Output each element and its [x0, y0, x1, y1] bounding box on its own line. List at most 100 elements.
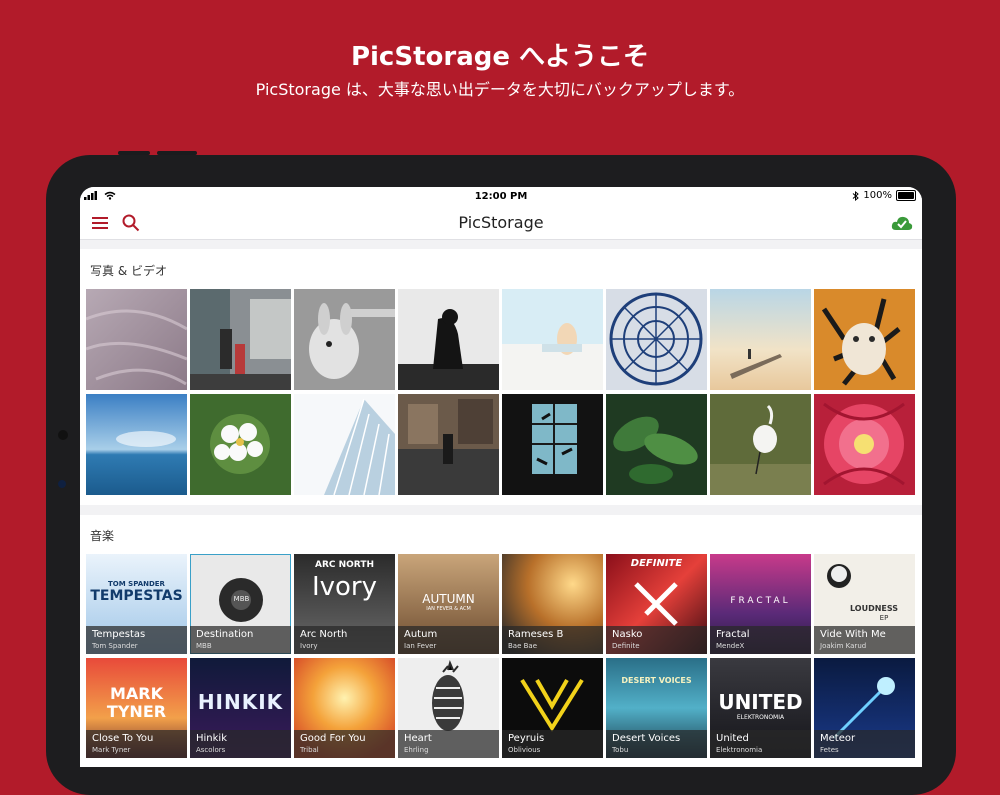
cover-text: MBB: [233, 595, 250, 603]
album-card[interactable]: FRACTAL Fractal MendeX: [710, 554, 811, 654]
album-caption: United Elektronomia: [710, 730, 811, 758]
promo-title: PicStorage へようこそ: [350, 42, 650, 72]
photo-thumbnail[interactable]: [398, 394, 499, 495]
album-caption: Good For You Tribal: [294, 730, 395, 758]
album-artist: MendeX: [716, 642, 745, 650]
album-artist: Oblivious: [508, 746, 541, 754]
album-card[interactable]: Heart Ehrling: [398, 658, 499, 758]
album-artist: Bae Bae: [508, 642, 538, 650]
photo-thumbnail[interactable]: [502, 289, 603, 390]
album-artist: Tobu: [612, 746, 629, 754]
album-caption: Tempestas Tom Spander: [86, 626, 187, 654]
album-card[interactable]: LOUDNESS EP Vide With Me Joakim Karud: [814, 554, 915, 654]
device-top-button-1: [118, 151, 150, 155]
photo-thumbnail[interactable]: [294, 289, 395, 390]
cover-text: HINKIK: [197, 690, 284, 714]
album-title: Arc North: [300, 629, 348, 640]
album-artist: MBB: [196, 642, 212, 650]
album-artist: Tom Spander: [92, 642, 138, 650]
photo-thumbnail[interactable]: [502, 394, 603, 495]
cover-text: EP: [879, 614, 889, 622]
cover-text: ARC NORTH: [314, 560, 374, 570]
cover-text: MARK: [109, 684, 164, 703]
album-artist: Ivory: [300, 642, 318, 650]
promo-subtitle: PicStorage は、大事な思い出データを大切にバックアップします。: [255, 80, 745, 99]
photo-thumbnail[interactable]: [190, 394, 291, 495]
photo-thumbnail[interactable]: [86, 289, 187, 390]
music-section: 音楽 TOM SPANDER TEMPESTAS Tempestas Tom S…: [80, 515, 922, 767]
album-caption: Vide With Me Joakim Karud: [814, 626, 915, 654]
cover-text: UNITED: [718, 690, 803, 714]
sync-status-button[interactable]: [888, 211, 916, 235]
album-card[interactable]: Good For You Tribal: [294, 658, 395, 758]
cover-text: AUTUMN: [422, 592, 475, 606]
photo-thumbnail[interactable]: [86, 394, 187, 495]
album-caption: Autum Ian Fever: [398, 626, 499, 654]
photo-grid: [86, 289, 915, 495]
album-caption: Meteor Fetes: [814, 730, 915, 758]
album-title: Close To You: [92, 733, 154, 744]
photo-thumbnail[interactable]: [710, 289, 811, 390]
album-caption: Close To You Mark Tyner: [86, 730, 187, 758]
nav-bar: PicStorage: [80, 207, 922, 240]
album-grid: TOM SPANDER TEMPESTAS Tempestas Tom Span…: [86, 554, 915, 758]
cover-text: TOM SPANDER: [108, 580, 165, 588]
album-card[interactable]: UNITED ELEKTRONOMIA United Elektronomia: [710, 658, 811, 758]
cover-text: IAN FEVER & ACM: [426, 606, 471, 612]
photo-thumbnail[interactable]: [606, 289, 707, 390]
album-card[interactable]: AUTUMN IAN FEVER & ACM Autum Ian Fever: [398, 554, 499, 654]
photo-thumbnail[interactable]: [814, 394, 915, 495]
album-caption: Nasko Definite: [606, 626, 707, 654]
photo-thumbnail[interactable]: [710, 394, 811, 495]
album-caption: Arc North Ivory: [294, 626, 395, 654]
album-title: Autum: [404, 629, 438, 640]
album-caption: Heart Ehrling: [398, 730, 499, 758]
bluetooth-icon: [853, 190, 860, 201]
album-card[interactable]: MBB Destination MBB: [190, 554, 291, 654]
album-title: Fractal: [716, 629, 750, 640]
cover-text: LOUDNESS: [849, 604, 899, 613]
photo-thumbnail[interactable]: [398, 289, 499, 390]
album-artist: Tribal: [300, 746, 319, 754]
album-caption: Rameses B Bae Bae: [502, 626, 603, 654]
album-artist: Ehrling: [404, 746, 429, 754]
photos-section: 写真 & ビデオ: [80, 249, 922, 505]
album-caption: Peyruis Oblivious: [502, 730, 603, 758]
album-title: Meteor: [820, 733, 856, 744]
photo-thumbnail[interactable]: [190, 289, 291, 390]
cover-text: ELEKTRONOMIA: [736, 714, 785, 721]
album-artist: Elektronomia: [716, 746, 763, 754]
album-title: Peyruis: [508, 733, 545, 744]
battery-level: [898, 192, 914, 199]
album-card[interactable]: DESERT VOICES Desert Voices Tobu: [606, 658, 707, 758]
album-card[interactable]: Rameses B Bae Bae: [502, 554, 603, 654]
album-artist: Ian Fever: [404, 642, 437, 650]
photo-thumbnail[interactable]: [606, 394, 707, 495]
music-section-label: 音楽: [90, 529, 115, 543]
album-card[interactable]: Meteor Fetes: [814, 658, 915, 758]
battery-percent: 100%: [863, 190, 892, 201]
album-caption: Fractal MendeX: [710, 626, 811, 654]
album-caption: Hinkik Ascolors: [190, 730, 291, 758]
album-artist: Ascolors: [196, 746, 226, 754]
album-card[interactable]: TOM SPANDER TEMPESTAS Tempestas Tom Span…: [86, 554, 187, 654]
app-screen: 12:00 PM 100% PicStorage 写真 & ビデオ 音楽 TOM…: [80, 187, 922, 767]
photo-thumbnail[interactable]: [814, 289, 915, 390]
cover-text: DESERT VOICES: [621, 676, 692, 685]
album-title: Good For You: [300, 733, 366, 744]
status-time: 12:00 PM: [474, 191, 528, 202]
device-camera: [58, 430, 68, 440]
album-caption: Desert Voices Tobu: [606, 730, 707, 758]
album-card[interactable]: MARK TYNER Close To You Mark Tyner: [86, 658, 187, 758]
album-card[interactable]: DEFINITE Nasko Definite: [606, 554, 707, 654]
album-title: Hinkik: [196, 733, 227, 744]
status-right: 100%: [852, 190, 916, 201]
album-card[interactable]: Peyruis Oblivious: [502, 658, 603, 758]
album-card[interactable]: ARC NORTH Ivory Arc North Ivory: [294, 554, 395, 654]
album-title: United: [716, 733, 749, 744]
status-bar: 12:00 PM 100%: [80, 187, 922, 207]
cover-text: FRACTAL: [730, 596, 791, 606]
album-card[interactable]: HINKIK Hinkik Ascolors: [190, 658, 291, 758]
app-title: PicStorage: [458, 213, 544, 232]
photo-thumbnail[interactable]: [294, 394, 395, 495]
